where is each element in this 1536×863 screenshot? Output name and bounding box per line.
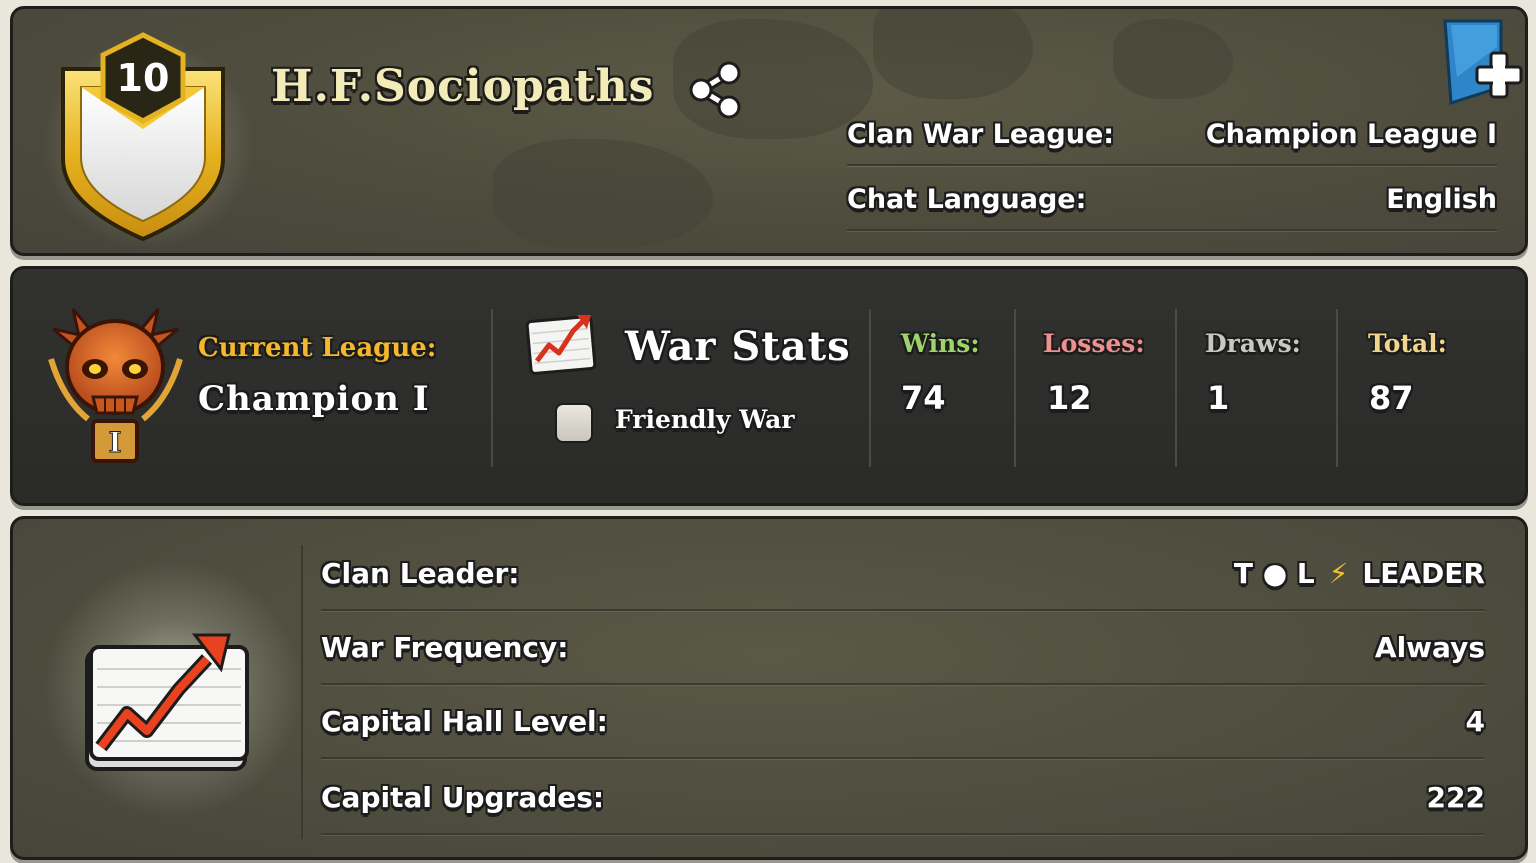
wins-label: Wins: — [901, 329, 980, 358]
bookmark-plus-icon[interactable] — [1441, 17, 1525, 107]
divider — [491, 309, 493, 467]
divider — [301, 545, 303, 839]
detail-row-capital-upgrades: Capital Upgrades: 222 — [321, 761, 1485, 835]
league-badge-numeral: I — [108, 426, 121, 459]
share-icon[interactable] — [685, 59, 745, 121]
friendly-war-label[interactable]: Friendly War — [615, 405, 795, 434]
map-decoration — [873, 9, 1033, 99]
total-label: Total: — [1368, 329, 1447, 358]
champion-league-skull-icon[interactable]: I — [43, 299, 188, 469]
clan-leader-value[interactable]: T ● L ⚡ LEADER — [1234, 557, 1485, 590]
chart-up-icon — [525, 315, 597, 375]
war-stats-title: War Stats — [625, 323, 851, 370]
clan-header-panel: 10 H.F.Sociopaths Clan War League: Champ… — [10, 6, 1528, 256]
capital-upgrades-value: 222 — [1426, 780, 1485, 814]
war-stats-panel: I Current League: Champion I War Stats F… — [10, 266, 1528, 506]
current-league-value: Champion I — [198, 379, 430, 419]
divider — [1336, 309, 1338, 467]
draws-label: Draws: — [1205, 329, 1301, 358]
clan-level-text: 10 — [117, 56, 170, 100]
current-league-label: Current League: — [198, 333, 437, 363]
divider — [1014, 309, 1016, 467]
detail-row-capital-hall: Capital Hall Level: 4 — [321, 685, 1485, 759]
war-league-value: Champion League I — [1205, 118, 1497, 150]
map-decoration — [493, 139, 713, 249]
draws-value: 1 — [1207, 379, 1230, 417]
divider — [869, 309, 871, 467]
leader-name: T ● L — [1233, 556, 1315, 590]
clan-badge[interactable]: 10 — [53, 29, 233, 244]
chat-language-value: English — [1386, 183, 1497, 215]
lightning-icon: ⚡ — [1328, 556, 1349, 590]
detail-row-war-frequency: War Frequency: Always — [321, 611, 1485, 685]
chart-up-icon — [85, 633, 249, 771]
leader-role: LEADER — [1362, 556, 1485, 590]
total-value: 87 — [1369, 379, 1414, 417]
friendly-war-checkbox[interactable] — [555, 403, 593, 443]
map-decoration — [1113, 19, 1233, 99]
capital-upgrades-label: Capital Upgrades: — [321, 780, 605, 814]
war-frequency-label: War Frequency: — [321, 630, 569, 664]
capital-hall-label: Capital Hall Level: — [321, 704, 608, 738]
info-row-chat-language: Chat Language: English — [847, 169, 1497, 231]
chat-language-label: Chat Language: — [847, 183, 1087, 215]
war-league-label: Clan War League: — [847, 118, 1115, 150]
wins-value: 74 — [901, 379, 946, 417]
losses-value: 12 — [1047, 379, 1092, 417]
clan-name: H.F.Sociopaths — [271, 61, 655, 112]
detail-row-clan-leader: Clan Leader: T ● L ⚡ LEADER — [321, 537, 1485, 611]
divider — [1175, 309, 1177, 467]
losses-label: Losses: — [1043, 329, 1145, 358]
capital-hall-value: 4 — [1465, 704, 1485, 738]
clan-leader-label: Clan Leader: — [321, 556, 520, 590]
info-row-war-league: Clan War League: Champion League I — [847, 104, 1497, 166]
war-frequency-value: Always — [1374, 630, 1485, 664]
clan-details-panel: Clan Leader: T ● L ⚡ LEADER War Frequenc… — [10, 516, 1528, 860]
